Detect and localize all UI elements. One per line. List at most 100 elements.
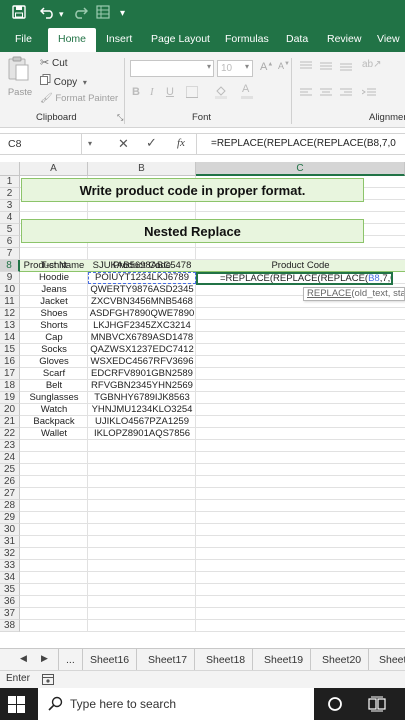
row-header[interactable]: 29 — [0, 512, 20, 524]
align-center-icon[interactable] — [320, 88, 332, 101]
product-code-cell[interactable]: QAZWSX1237EDC7412 — [88, 344, 196, 355]
copy-dropdown-icon[interactable]: ▾ — [83, 78, 87, 87]
row-header[interactable]: 18 — [0, 380, 20, 392]
row-header[interactable]: 36 — [0, 596, 20, 608]
product-code-cell[interactable]: QWERTY9876ASD2345 — [88, 284, 196, 295]
tab-formulas[interactable]: Formulas — [225, 28, 269, 52]
tab-file[interactable]: File — [15, 28, 32, 52]
row-header[interactable]: 1 — [0, 176, 20, 188]
product-name-cell[interactable]: Jeans — [20, 284, 88, 295]
product-name-cell[interactable]: Jacket — [20, 296, 88, 307]
row-header[interactable]: 19 — [0, 392, 20, 404]
align-right-icon[interactable] — [340, 88, 352, 101]
name-box-dropdown-icon[interactable]: ▾ — [88, 139, 92, 148]
customize-quick-access-icon[interactable]: ▾ — [120, 5, 125, 23]
row-header[interactable]: 24 — [0, 452, 20, 464]
product-code-cell[interactable]: TGBNHY6789IJK8563 — [88, 392, 196, 403]
row-header[interactable]: 28 — [0, 500, 20, 512]
clipboard-launcher-icon[interactable]: ⤡ — [117, 113, 123, 123]
row-header[interactable]: 10 — [0, 284, 20, 296]
font-name-box[interactable] — [130, 60, 214, 77]
taskbar-search-box[interactable]: Type here to search — [38, 688, 314, 720]
product-name-cell[interactable]: Scarf — [20, 368, 88, 379]
row-header[interactable]: 38 — [0, 620, 20, 632]
enter-check-icon[interactable]: ✓ — [146, 135, 157, 151]
row-header[interactable]: 25 — [0, 464, 20, 476]
product-code-cell[interactable]: RFVGBN2345YHN2569 — [88, 380, 196, 391]
align-bottom-icon[interactable] — [340, 61, 352, 74]
cut-button[interactable]: ✂ Cut — [40, 56, 68, 70]
tab-home[interactable]: Home — [48, 28, 97, 52]
row-header[interactable]: 5 — [0, 224, 20, 236]
row-header[interactable]: 33 — [0, 560, 20, 572]
row-header[interactable]: 31 — [0, 536, 20, 548]
row-header[interactable]: 32 — [0, 548, 20, 560]
align-middle-icon[interactable] — [320, 61, 332, 74]
scroll-right-icon[interactable]: ▶ — [41, 653, 48, 664]
row-header[interactable]: 12 — [0, 308, 20, 320]
row-header[interactable]: 11 — [0, 296, 20, 308]
product-code-cell[interactable]: SJUKAB5698ABC5478 — [88, 260, 196, 271]
cortana-icon[interactable] — [327, 696, 343, 715]
row-header[interactable]: 20 — [0, 404, 20, 416]
borders-icon[interactable] — [186, 86, 198, 101]
title-cell-2[interactable]: Nested Replace — [21, 219, 364, 243]
header-product-code-formatted[interactable]: Product Code — [196, 260, 405, 272]
product-code-cell[interactable]: WSXEDC4567RFV3696 — [88, 356, 196, 367]
undo-icon[interactable] — [39, 5, 56, 24]
insert-function-icon[interactable]: fx — [177, 137, 185, 149]
tab-review[interactable]: Review — [327, 28, 361, 52]
select-all-corner[interactable] — [0, 162, 20, 176]
product-code-cell[interactable]: IKLOPZ8901AQS7856 — [88, 428, 196, 439]
product-name-cell[interactable]: T-shirt — [20, 260, 88, 271]
row-header[interactable]: 17 — [0, 368, 20, 380]
product-code-cell[interactable]: UJIKLO4567PZA1259 — [88, 416, 196, 427]
product-name-cell[interactable]: Wallet — [20, 428, 88, 439]
row-header[interactable]: 26 — [0, 476, 20, 488]
paste-button[interactable]: Paste — [6, 56, 34, 104]
tab-page-layout[interactable]: Page Layout — [151, 28, 210, 52]
align-top-icon[interactable] — [300, 61, 312, 74]
sheet-tab[interactable]: Sheet20 — [315, 649, 370, 671]
row-header[interactable]: 23 — [0, 440, 20, 452]
bold-button[interactable]: B — [132, 86, 140, 98]
row-header[interactable]: 2 — [0, 188, 20, 200]
font-color-icon[interactable]: A — [242, 83, 249, 95]
product-name-cell[interactable]: Backpack — [20, 416, 88, 427]
product-name-cell[interactable]: Sunglasses — [20, 392, 88, 403]
column-header-b[interactable]: B — [88, 162, 196, 176]
column-header-c[interactable]: C — [196, 162, 405, 176]
tab-insert[interactable]: Insert — [106, 28, 132, 52]
tooltip-function-name[interactable]: REPLACE — [307, 288, 351, 299]
sheet-tab[interactable]: Sheet18 — [199, 649, 254, 671]
form-icon[interactable] — [96, 5, 110, 24]
align-left-icon[interactable] — [300, 88, 312, 101]
italic-button[interactable]: I — [150, 86, 154, 98]
row-header[interactable]: 35 — [0, 584, 20, 596]
sheet-tab[interactable]: Sheet — [372, 649, 405, 671]
product-code-cell[interactable]: MNBVCX6789ASD1478 — [88, 332, 196, 343]
save-icon[interactable] — [12, 5, 26, 24]
product-name-cell[interactable]: Socks — [20, 344, 88, 355]
product-code-cell[interactable]: YHNJMU1234KLO3254 — [88, 404, 196, 415]
product-code-cell[interactable]: LKJHGF2345ZXC3214 — [88, 320, 196, 331]
title-cell-1[interactable]: Write product code in proper format. — [21, 178, 364, 202]
orientation-icon[interactable]: ab↗ — [362, 59, 382, 70]
sheet-tabs-ellipsis[interactable]: ... — [58, 649, 83, 671]
row-header[interactable]: 9 — [0, 272, 20, 284]
sheet-tab[interactable]: Sheet16 — [83, 649, 138, 671]
formula-input[interactable]: =REPLACE(REPLACE(REPLACE(B8,7,0 — [196, 134, 405, 154]
font-size-dropdown-icon[interactable]: ▾ — [245, 62, 249, 71]
macro-record-icon[interactable] — [42, 674, 54, 688]
product-name-cell[interactable]: Belt — [20, 380, 88, 391]
sheet-tab[interactable]: Sheet17 — [141, 649, 196, 671]
product-name-cell[interactable]: Cap — [20, 332, 88, 343]
cancel-icon[interactable]: ✕ — [118, 136, 129, 152]
row-header[interactable]: 30 — [0, 524, 20, 536]
scroll-left-icon[interactable]: ◀ — [20, 653, 27, 664]
product-name-cell[interactable]: Shorts — [20, 320, 88, 331]
row-header[interactable]: 37 — [0, 608, 20, 620]
tab-view[interactable]: View — [377, 28, 400, 52]
row-header[interactable]: 27 — [0, 488, 20, 500]
product-code-cell[interactable]: EDCRFV8901GBN2589 — [88, 368, 196, 379]
